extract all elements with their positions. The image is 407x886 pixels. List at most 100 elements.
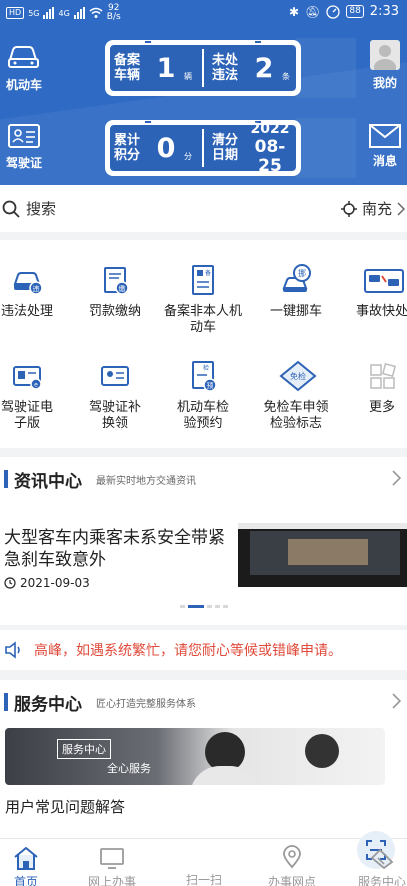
faq-link[interactable]: 用户常见问题解答 bbox=[5, 796, 125, 817]
messages-label: 消息 bbox=[372, 154, 397, 168]
e-license-icon: e bbox=[9, 358, 45, 394]
handshake-icon bbox=[370, 848, 394, 870]
id-card-icon bbox=[8, 124, 40, 148]
pager-dot bbox=[215, 605, 220, 608]
service-item-violation[interactable]: 违 违法处理 bbox=[0, 262, 72, 320]
license-points-card[interactable]: 累计积分 0 分 清分日期 2022 08-25 bbox=[105, 120, 301, 176]
fine-payment-icon: 缴 bbox=[97, 262, 133, 298]
location-target-icon bbox=[340, 200, 357, 217]
svg-text:缴: 缴 bbox=[119, 284, 126, 293]
search-input[interactable]: 搜索 bbox=[2, 198, 56, 219]
service-item-accident[interactable]: 事故快处 bbox=[337, 262, 407, 320]
unhandled-violations-label: 未处违法 bbox=[212, 53, 239, 83]
news-thumbnail[interactable] bbox=[238, 523, 407, 587]
tab-scan[interactable]: 扫一扫 bbox=[172, 831, 395, 886]
registered-vehicles-label: 备案车辆 bbox=[114, 53, 141, 83]
inspection-booking-icon: 检预 bbox=[185, 358, 221, 394]
signal-4g-label: 4G bbox=[58, 8, 70, 18]
clock-time: 2:33 bbox=[369, 4, 399, 19]
car-doc-icon bbox=[8, 46, 39, 68]
tab-online-service[interactable]: 网上办事 bbox=[80, 845, 144, 886]
location-selector[interactable]: 南充 bbox=[340, 198, 405, 219]
news-title: 资讯中心 bbox=[14, 471, 82, 492]
carousel-pager bbox=[180, 605, 228, 608]
accumulated-points-value: 0 bbox=[156, 132, 176, 164]
service-label: 更多 bbox=[368, 400, 395, 415]
tab-label: 办事网点 bbox=[267, 875, 316, 886]
chevron-right-icon bbox=[392, 693, 401, 709]
notice-text: 高峰，如遇系统繁忙，请您耐心等候或错峰申请。 bbox=[34, 643, 342, 659]
svg-text:违: 违 bbox=[33, 285, 40, 293]
news-header[interactable]: 资讯中心 最新实时地方交通资讯 bbox=[0, 457, 407, 501]
accident-icon bbox=[364, 262, 404, 298]
svg-text:预: 预 bbox=[207, 381, 214, 390]
pager-dot bbox=[180, 605, 185, 608]
monitor-icon bbox=[100, 848, 124, 869]
accumulated-points-label: 累计积分 bbox=[114, 133, 141, 163]
banner-tag: 服务中心 bbox=[57, 739, 111, 759]
tab-service-center[interactable]: 服务中心 bbox=[350, 845, 407, 886]
service-label: 免检车申领检验标志 bbox=[263, 400, 329, 431]
tab-label: 网上办事 bbox=[87, 875, 136, 886]
service-label: 驾驶证电子版 bbox=[0, 400, 53, 431]
status-bar: HD 5G 4G 92 B/s ✱ 🔕︎ 88 2:33 bbox=[0, 0, 407, 26]
service-center-header[interactable]: 服务中心 匠心打造完整服务体系 bbox=[0, 680, 407, 724]
service-center-section: 服务中心 匠心打造完整服务体系 服务中心 全心服务 用户常见问题解答 bbox=[0, 680, 407, 838]
service-banner[interactable]: 服务中心 全心服务 bbox=[5, 728, 385, 785]
clock-icon bbox=[4, 577, 16, 589]
service-label: 罚款缴纳 bbox=[88, 304, 141, 319]
clear-date-label: 清分日期 bbox=[212, 133, 239, 163]
service-item-license-renew[interactable]: 驾驶证补换领 bbox=[70, 358, 160, 432]
unhandled-violations-count: 2 bbox=[254, 52, 274, 84]
signal-bars-icon bbox=[43, 7, 55, 19]
service-center-title: 服务中心 bbox=[14, 694, 82, 715]
clear-date-value: 2022 08-25 bbox=[246, 120, 294, 176]
service-item-move-car[interactable]: 挪 一键挪车 bbox=[251, 262, 341, 320]
license-renew-icon bbox=[97, 358, 133, 394]
battery-icon: 88 bbox=[346, 5, 364, 18]
bluetooth-icon: ✱ bbox=[289, 4, 300, 19]
news-date: 2021-09-03 bbox=[20, 576, 90, 590]
svg-text:挪: 挪 bbox=[298, 268, 306, 278]
svg-text:检: 检 bbox=[203, 364, 209, 372]
header-banner: HD 5G 4G 92 B/s ✱ 🔕︎ 88 2:33 机动车 驾驶证 我的 消… bbox=[0, 0, 407, 185]
vehicle-plate-card[interactable]: 备案车辆 1 辆 未处违法 2 条 bbox=[105, 40, 301, 96]
speaker-icon bbox=[5, 641, 20, 659]
plate-divider bbox=[202, 49, 204, 87]
chevron-right-icon bbox=[397, 201, 405, 216]
registered-vehicles-count: 1 bbox=[156, 52, 176, 84]
service-label: 违法处理 bbox=[0, 304, 53, 319]
pager-dot bbox=[223, 605, 228, 608]
envelope-icon bbox=[369, 124, 401, 148]
search-icon bbox=[2, 200, 20, 218]
tab-label: 服务中心 bbox=[357, 875, 406, 886]
service-center-subtitle: 匠心打造完整服务体系 bbox=[96, 698, 196, 710]
thumbnail-bus-interior bbox=[288, 539, 368, 565]
clear-date-year: 2022 bbox=[250, 121, 290, 137]
svg-text:e: e bbox=[34, 382, 38, 389]
tab-service-outlets[interactable]: 办事网点 bbox=[260, 845, 324, 886]
service-item-inspection-booking[interactable]: 检预 机动车检验预约 bbox=[158, 358, 248, 432]
news-headline[interactable]: 大型客车内乘客未系安全带紧急刹车致意外 bbox=[4, 527, 234, 571]
service-item-exempt-inspection[interactable]: 免检 免检车申领检验标志 bbox=[251, 358, 341, 432]
hd-badge: HD bbox=[6, 7, 25, 19]
search-bar: 搜索 南充 bbox=[0, 185, 407, 232]
tab-home[interactable]: 首页 bbox=[0, 845, 58, 886]
profile-button[interactable]: 我的 bbox=[363, 40, 407, 91]
unhandled-violations-unit: 条 bbox=[282, 72, 290, 81]
service-item-fine[interactable]: 缴 罚款缴纳 bbox=[70, 262, 160, 320]
service-item-more[interactable]: 更多 bbox=[337, 358, 407, 416]
vehicle-button[interactable]: 机动车 bbox=[2, 42, 46, 93]
exempt-inspection-icon: 免检 bbox=[278, 358, 317, 394]
registered-vehicles-unit: 辆 bbox=[184, 72, 192, 81]
license-button[interactable]: 驾驶证 bbox=[2, 122, 46, 171]
service-item-e-license[interactable]: e 驾驶证电子版 bbox=[0, 358, 72, 432]
search-placeholder: 搜索 bbox=[26, 200, 57, 218]
mute-bell-icon: 🔕︎ bbox=[305, 4, 321, 19]
service-item-register-vehicle[interactable]: 备 备案非本人机动车 bbox=[158, 262, 248, 336]
messages-button[interactable]: 消息 bbox=[363, 124, 407, 169]
service-label: 驾驶证补换领 bbox=[88, 400, 141, 431]
signal-bars-2-icon bbox=[73, 7, 85, 19]
notice-bar[interactable]: 高峰，如遇系统繁忙，请您耐心等候或错峰申请。 bbox=[0, 630, 407, 670]
tab-label: 扫一扫 bbox=[185, 873, 222, 886]
